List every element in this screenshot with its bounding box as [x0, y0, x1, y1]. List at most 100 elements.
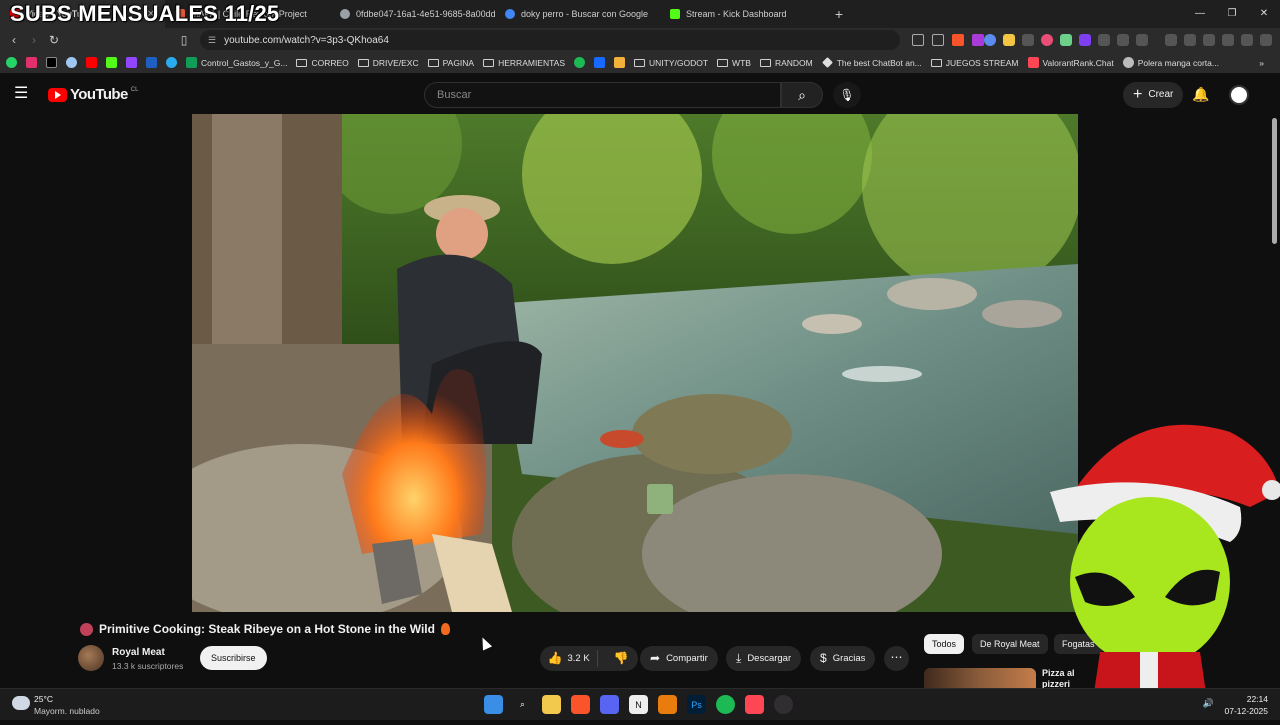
windows-start-icon[interactable]	[484, 695, 503, 714]
like-button[interactable]: 👍 3.2 K	[540, 650, 599, 667]
leo-icon[interactable]	[1222, 34, 1234, 46]
download-button[interactable]: ⤓ Descargar	[726, 646, 802, 671]
rewards-icon[interactable]	[972, 34, 984, 46]
video-player[interactable]	[192, 114, 1078, 612]
bookmark-valorant[interactable]: ValorantRank.Chat	[1027, 57, 1114, 68]
subscribe-button[interactable]: Suscribirse	[200, 646, 267, 670]
chip-todos[interactable]: Todos	[924, 634, 965, 654]
share-icon[interactable]	[932, 34, 944, 46]
onedrive-bookmark[interactable]	[66, 57, 77, 68]
photos-bookmark[interactable]	[614, 57, 626, 68]
bookmark-folder-herramientas[interactable]: HERRAMIENTAS	[483, 58, 565, 68]
more-bookmarks-icon[interactable]: »	[1259, 58, 1264, 68]
blender-icon[interactable]	[658, 695, 677, 714]
puzzle-icon[interactable]	[1117, 34, 1129, 46]
bookmark-folder-correo[interactable]: CORREO	[296, 57, 349, 68]
recommended-video-thumbnail[interactable]	[924, 668, 1036, 690]
bookmark-control-gastos[interactable]: Control_Gastos_y_G...	[186, 57, 287, 68]
valorant-app-icon[interactable]	[745, 695, 764, 714]
extension-icon[interactable]	[1079, 34, 1091, 46]
bookmark-chatbot[interactable]: The best ChatBot an...	[821, 57, 922, 68]
user-avatar[interactable]	[1229, 85, 1249, 105]
behance-bookmark[interactable]	[594, 57, 606, 68]
kick-bookmark[interactable]	[106, 57, 117, 68]
dislike-button[interactable]: 👎	[604, 646, 638, 671]
bookmark-folder-unity[interactable]: UNITY/GODOT	[634, 58, 708, 68]
cloud-weather-icon[interactable]	[12, 696, 30, 710]
cast-icon[interactable]	[912, 34, 924, 46]
url-field[interactable]: ☰ youtube.com/watch?v=3p3-QKhoa64	[200, 30, 900, 50]
share-button[interactable]: ➦ Compartir	[640, 646, 718, 671]
sidebar-icon[interactable]	[1184, 34, 1196, 46]
more-actions-icon[interactable]: ⋯	[884, 646, 909, 671]
forward-icon[interactable]: ›	[24, 33, 44, 47]
thanks-button[interactable]: $ Gracias	[810, 646, 876, 671]
youtube-logo[interactable]: YouTube CL	[48, 86, 138, 103]
file-explorer-icon[interactable]	[542, 695, 561, 714]
extension-icon[interactable]	[1098, 34, 1110, 46]
notifications-bell-icon[interactable]: 🔔	[1192, 86, 1209, 103]
photoshop-icon[interactable]: Ps	[687, 695, 706, 714]
channel-avatar[interactable]	[78, 645, 104, 671]
notion-icon[interactable]: N	[629, 695, 648, 714]
bookmark-folder-pagina[interactable]: PAGINA	[427, 58, 474, 68]
channel-name[interactable]: Royal Meat	[112, 647, 165, 658]
extension-icon[interactable]	[984, 34, 996, 46]
extension-icon[interactable]	[1136, 34, 1148, 46]
reload-icon[interactable]: ↻	[44, 33, 64, 47]
youtube-bookmark[interactable]	[86, 57, 97, 68]
wallet-icon[interactable]	[1203, 34, 1215, 46]
site-info-icon[interactable]: ☰	[208, 35, 216, 46]
search-input[interactable]: Buscar	[424, 82, 781, 108]
voice-search-button[interactable]: 🎙	[833, 82, 861, 108]
create-button[interactable]: + Crear	[1123, 82, 1184, 108]
instagram-bookmark[interactable]	[26, 57, 37, 68]
playlist-icon[interactable]	[1165, 34, 1177, 46]
search-button[interactable]: ⌕	[781, 82, 823, 108]
bookmark-folder-drive[interactable]: DRIVE/EXC	[357, 58, 419, 68]
create-label: Crear	[1148, 89, 1174, 100]
steak-emoji-icon	[80, 622, 93, 636]
menu-icon[interactable]	[1260, 34, 1272, 46]
whatsapp-bookmark[interactable]	[6, 57, 17, 68]
brave-shield-icon[interactable]	[952, 34, 964, 46]
back-icon[interactable]: ‹	[4, 33, 24, 47]
extension-icon[interactable]	[1041, 34, 1053, 46]
page-scrollbar[interactable]	[1272, 118, 1277, 244]
hamburger-menu-icon[interactable]: ☰	[14, 86, 34, 102]
bookmark-polera[interactable]: Polera manga corta...	[1122, 57, 1219, 68]
close-window-icon[interactable]: ✕	[1248, 0, 1280, 28]
bookmark-folder-juegos[interactable]: JUEGOS STREAM	[930, 58, 1019, 68]
extension-icon[interactable]	[1060, 34, 1072, 46]
twitch-icon	[126, 57, 137, 68]
brave-browser-icon[interactable]	[571, 695, 590, 714]
tab-uuid[interactable]: 0fdbe047-16a1-4e51-9685-8a00dde	[330, 0, 495, 28]
bookmark-folder-random[interactable]: RANDOM	[759, 58, 813, 68]
tab-google[interactable]: doky perro - Buscar con Google	[495, 0, 660, 28]
bookmark-label: CORREO	[311, 57, 349, 68]
green-circle-bookmark[interactable]	[574, 57, 586, 68]
twitch-bookmark[interactable]	[126, 57, 137, 68]
bookmark-folder-wtb[interactable]: WTB	[717, 58, 751, 68]
vpn-icon[interactable]	[1241, 34, 1253, 46]
clock-date[interactable]: 07-12-2025	[1225, 706, 1268, 716]
restore-icon[interactable]: ❐	[1216, 0, 1248, 28]
spotify-icon[interactable]	[716, 695, 735, 714]
search-icon[interactable]: ⌕	[513, 695, 532, 714]
new-tab-button[interactable]: +	[825, 6, 853, 22]
paypal-bookmark[interactable]	[146, 57, 157, 68]
extension-icon[interactable]	[1022, 34, 1034, 46]
tab-kick[interactable]: Stream - Kick Dashboard	[660, 0, 825, 28]
green-circle-icon	[574, 57, 586, 68]
extension-icon[interactable]	[1003, 34, 1015, 46]
chip-de-royal-meat[interactable]: De Royal Meat	[972, 634, 1048, 654]
bookmark-icon[interactable]: ▯	[174, 33, 194, 47]
kick-icon	[106, 57, 117, 68]
clock-time[interactable]: 22:14	[1247, 694, 1268, 704]
speaker-icon[interactable]: 🔊	[1203, 698, 1214, 709]
x-bookmark[interactable]	[46, 57, 57, 68]
minimize-icon[interactable]: —	[1184, 0, 1216, 28]
discord-icon[interactable]	[600, 695, 619, 714]
obs-icon[interactable]	[774, 695, 793, 714]
telegram-bookmark[interactable]	[166, 57, 177, 68]
